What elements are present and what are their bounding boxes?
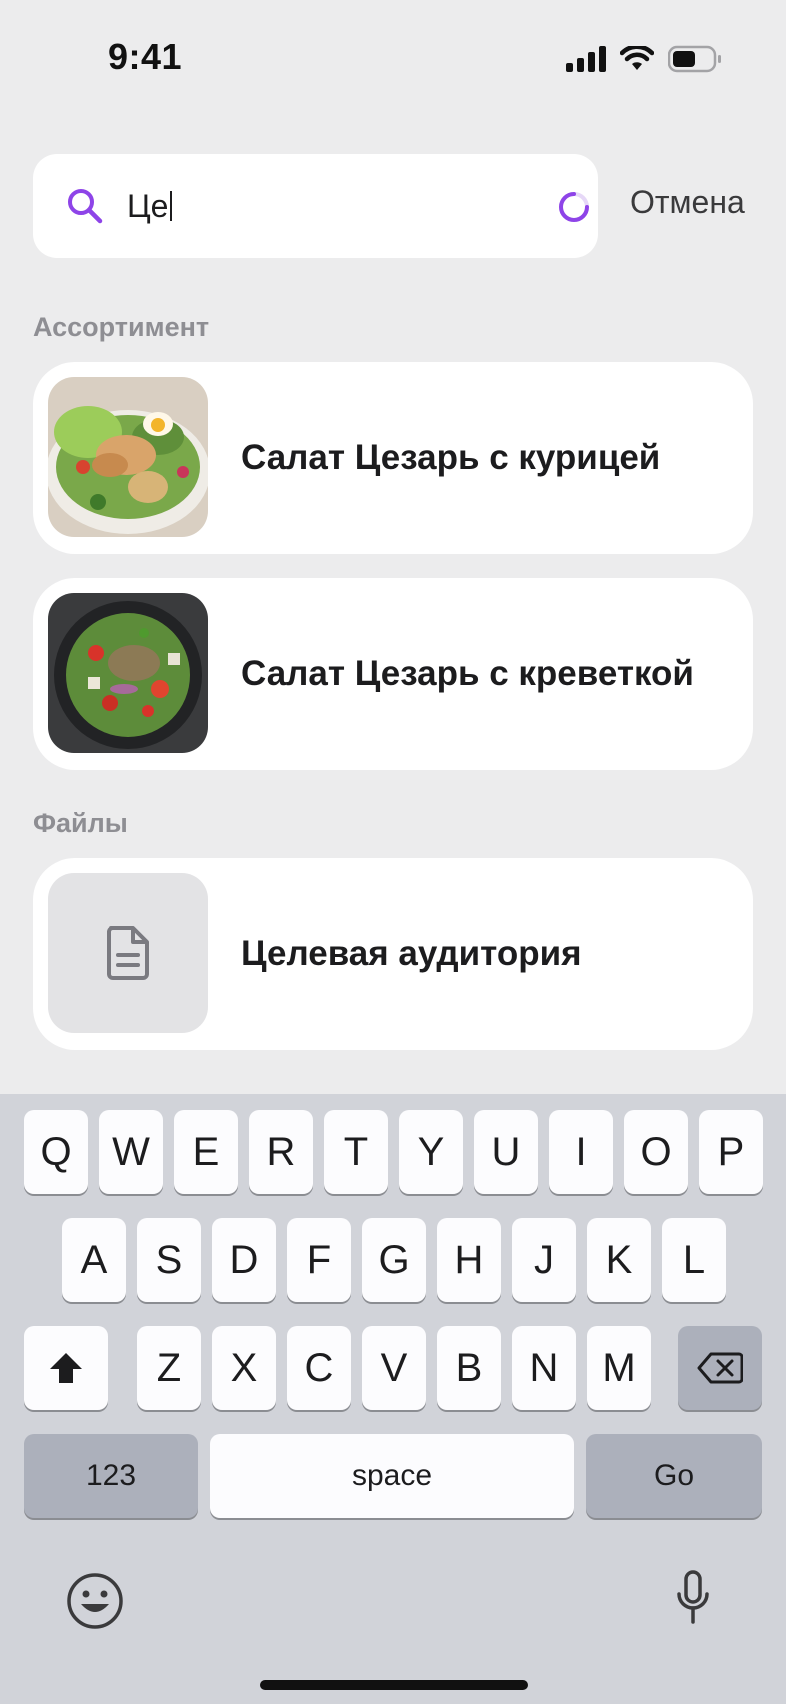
shift-icon	[50, 1353, 82, 1383]
section-label-assortment: Ассортимент	[33, 312, 210, 342]
key-u[interactable]: U	[474, 1110, 538, 1194]
key-d[interactable]: D	[212, 1218, 276, 1302]
file-title: Целевая аудитория	[241, 934, 582, 973]
cancel-button[interactable]: Отмена	[630, 184, 745, 221]
key-h[interactable]: H	[437, 1218, 501, 1302]
go-key[interactable]: Go	[586, 1434, 762, 1518]
key-j[interactable]: J	[512, 1218, 576, 1302]
key-a[interactable]: A	[62, 1218, 126, 1302]
key-w[interactable]: W	[99, 1110, 163, 1194]
list-item[interactable]: Салат Цезарь с креветкой	[33, 578, 753, 770]
backspace-icon	[697, 1352, 743, 1384]
text-caret	[170, 191, 173, 221]
document-icon	[107, 926, 149, 980]
home-indicator	[260, 1680, 528, 1690]
keyboard: Q W E R T Y U I O P A S D F G H J K L Z …	[0, 1094, 786, 1704]
key-p[interactable]: P	[699, 1110, 763, 1194]
key-o[interactable]: O	[624, 1110, 688, 1194]
key-f[interactable]: F	[287, 1218, 351, 1302]
search-icon	[68, 189, 103, 224]
search-text: Це	[127, 184, 173, 228]
signal-icon	[566, 46, 606, 72]
space-key[interactable]: space	[210, 1434, 574, 1518]
product-image	[48, 377, 208, 537]
section-label-files: Файлы	[33, 808, 128, 838]
key-l[interactable]: L	[662, 1218, 726, 1302]
microphone-icon[interactable]	[676, 1570, 710, 1626]
status-bar: 9:41	[0, 0, 786, 120]
key-i[interactable]: I	[549, 1110, 613, 1194]
key-n[interactable]: N	[512, 1326, 576, 1410]
key-m[interactable]: M	[587, 1326, 651, 1410]
status-time: 9:41	[108, 36, 183, 77]
product-title: Салат Цезарь с креветкой	[241, 654, 694, 693]
product-title: Салат Цезарь с курицей	[241, 438, 661, 477]
key-y[interactable]: Y	[399, 1110, 463, 1194]
key-z[interactable]: Z	[137, 1326, 201, 1410]
key-t[interactable]: T	[324, 1110, 388, 1194]
key-k[interactable]: K	[587, 1218, 651, 1302]
emoji-icon[interactable]	[66, 1572, 124, 1630]
list-item[interactable]: Салат Цезарь с курицей	[33, 362, 753, 554]
wifi-icon	[620, 46, 654, 70]
key-r[interactable]: R	[249, 1110, 313, 1194]
key-q[interactable]: Q	[24, 1110, 88, 1194]
backspace-key[interactable]	[678, 1326, 762, 1410]
list-item[interactable]: Целевая аудитория	[33, 858, 753, 1050]
key-b[interactable]: B	[437, 1326, 501, 1410]
shift-key[interactable]	[24, 1326, 108, 1410]
search-input[interactable]: Це	[33, 154, 598, 258]
product-image	[48, 593, 208, 753]
search-query: Це	[127, 188, 169, 224]
status-icons	[566, 42, 722, 76]
file-thumbnail	[48, 873, 208, 1033]
key-c[interactable]: C	[287, 1326, 351, 1410]
battery-icon	[668, 45, 721, 73]
key-x[interactable]: X	[212, 1326, 276, 1410]
key-v[interactable]: V	[362, 1326, 426, 1410]
loading-spinner-icon	[559, 192, 589, 222]
key-e[interactable]: E	[174, 1110, 238, 1194]
key-g[interactable]: G	[362, 1218, 426, 1302]
key-s[interactable]: S	[137, 1218, 201, 1302]
numbers-key[interactable]: 123	[24, 1434, 198, 1518]
